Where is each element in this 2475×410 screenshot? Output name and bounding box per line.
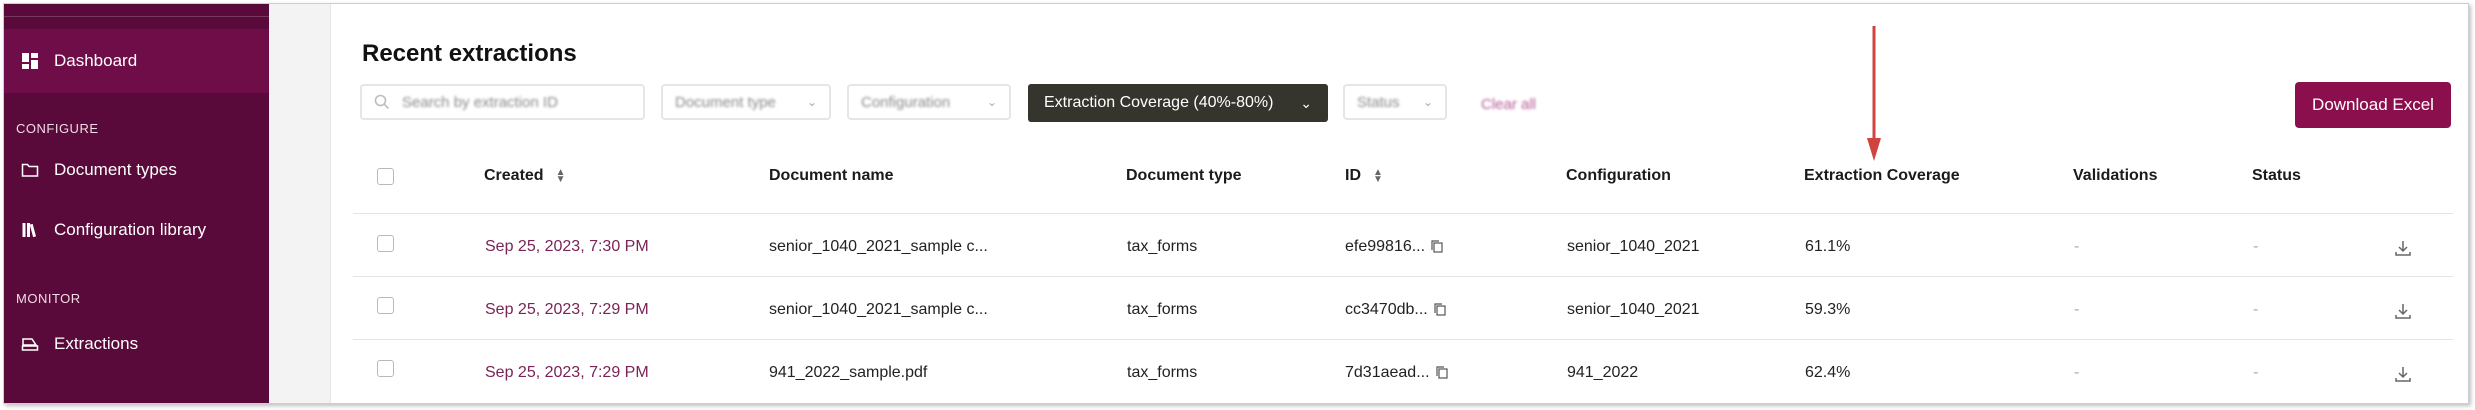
created-date[interactable]: Sep 25, 2023, 7:29 PM	[485, 364, 649, 382]
configuration: senior_1040_2021	[1567, 238, 1700, 255]
sidebar-item-label: Dashboard	[54, 51, 138, 70]
chevron-down-icon: ⌄	[1422, 95, 1433, 109]
select-all-checkbox[interactable]	[377, 168, 394, 185]
sidebar: Dashboard CONFIGURE Document types Confi…	[4, 4, 269, 403]
row-checkbox[interactable]	[377, 360, 394, 377]
download-icon[interactable]	[2393, 238, 2413, 258]
sidebar-item-label: Configuration library	[54, 220, 207, 239]
configuration: 941_2022	[1567, 364, 1639, 381]
sort-icon[interactable]: ▲ ▼	[1373, 168, 1383, 185]
extraction-coverage: 61.1%	[1805, 238, 1851, 255]
sort-icon[interactable]: ▲ ▼	[556, 168, 566, 185]
section-label-monitor: MONITOR	[16, 291, 81, 306]
column-header-validations: Validations	[2073, 167, 2158, 184]
annotation-arrow-icon	[1867, 26, 1881, 161]
row-divider	[353, 276, 2453, 277]
column-header-document-type: Document type	[1126, 167, 1242, 184]
chevron-down-icon: ⌄	[1300, 94, 1312, 111]
validations: -	[2074, 238, 2080, 255]
created-date[interactable]: Sep 25, 2023, 7:29 PM	[485, 301, 649, 319]
status-filter-label: Status	[1357, 93, 1400, 111]
extraction-id: cc3470db...	[1345, 301, 1446, 319]
status: -	[2253, 364, 2259, 381]
column-header-label: ID	[1345, 167, 1361, 184]
extraction-coverage: 59.3%	[1805, 301, 1851, 318]
copy-icon[interactable]	[1435, 366, 1448, 379]
sidebar-item-label: Document types	[54, 160, 177, 179]
extraction-coverage-filter-label: Extraction Coverage (40%-80%)	[1044, 94, 1274, 111]
section-label-configure: CONFIGURE	[16, 121, 99, 136]
copy-icon[interactable]	[1434, 303, 1446, 316]
extraction-id-text: efe99816...	[1345, 238, 1426, 255]
extraction-id: efe99816...	[1345, 238, 1443, 256]
chevron-down-icon: ⌄	[806, 95, 817, 109]
column-header-configuration: Configuration	[1566, 167, 1671, 184]
column-header-document-name: Document name	[769, 167, 894, 184]
search-input[interactable]: Search by extraction ID	[360, 84, 645, 120]
sidebar-item-label: Extractions	[54, 334, 139, 353]
dashboard-icon	[20, 51, 40, 71]
configuration-filter[interactable]: Configuration ⌄	[847, 84, 1011, 120]
validations: -	[2074, 364, 2080, 381]
sidebar-divider	[4, 16, 269, 17]
main-content: Recent extractions Search by extraction …	[331, 4, 2468, 403]
folder-icon	[20, 160, 40, 180]
sidebar-item-configuration-library[interactable]: Configuration library	[4, 198, 269, 262]
download-icon[interactable]	[2393, 364, 2413, 384]
document-name: senior_1040_2021_sample c...	[769, 301, 988, 318]
document-name: senior_1040_2021_sample c...	[769, 238, 988, 255]
row-checkbox[interactable]	[377, 297, 394, 314]
validations: -	[2074, 301, 2080, 318]
extraction-id: 7d31aead...	[1345, 364, 1448, 382]
row-divider	[353, 213, 2453, 214]
sidebar-item-dashboard[interactable]: Dashboard	[4, 29, 269, 93]
page-title: Recent extractions	[362, 40, 577, 67]
extraction-coverage-filter[interactable]: Extraction Coverage (40%-80%) ⌄	[1028, 84, 1328, 122]
search-icon	[374, 94, 390, 110]
document-type: tax_forms	[1127, 301, 1198, 318]
document-name: 941_2022_sample.pdf	[769, 364, 928, 381]
extraction-coverage: 62.4%	[1805, 364, 1851, 381]
content-gutter	[269, 4, 331, 403]
status: -	[2253, 301, 2259, 318]
download-excel-button[interactable]: Download Excel	[2295, 82, 2451, 128]
column-header-status: Status	[2252, 167, 2301, 184]
document-type-filter-label: Document type	[675, 93, 776, 111]
document-type: tax_forms	[1127, 238, 1198, 255]
column-header-label: Created	[484, 167, 544, 184]
download-icon[interactable]	[2393, 301, 2413, 321]
library-icon	[20, 220, 40, 240]
created-date[interactable]: Sep 25, 2023, 7:30 PM	[485, 238, 649, 256]
app-window: Dashboard CONFIGURE Document types Confi…	[3, 3, 2469, 404]
row-divider	[353, 339, 2453, 340]
column-header-created[interactable]: Created ▲ ▼	[484, 167, 565, 185]
search-placeholder: Search by extraction ID	[402, 93, 558, 111]
column-header-extraction-coverage: Extraction Coverage	[1804, 167, 1960, 184]
status: -	[2253, 238, 2259, 255]
column-header-id[interactable]: ID ▲ ▼	[1345, 167, 1383, 185]
status-filter[interactable]: Status ⌄	[1343, 84, 1447, 120]
extraction-id-text: 7d31aead...	[1345, 364, 1430, 381]
configuration: senior_1040_2021	[1567, 301, 1700, 318]
copy-icon[interactable]	[1431, 240, 1443, 253]
document-type: tax_forms	[1127, 364, 1198, 381]
configuration-filter-label: Configuration	[861, 93, 951, 111]
chevron-down-icon: ⌄	[986, 95, 997, 109]
document-type-filter[interactable]: Document type ⌄	[661, 84, 831, 120]
row-checkbox[interactable]	[377, 235, 394, 252]
scanner-icon	[20, 334, 40, 354]
sidebar-item-document-types[interactable]: Document types	[4, 138, 269, 202]
clear-all-link[interactable]: Clear all	[1481, 96, 1536, 113]
sidebar-item-extractions[interactable]: Extractions	[4, 312, 269, 376]
extraction-id-text: cc3470db...	[1345, 301, 1428, 318]
